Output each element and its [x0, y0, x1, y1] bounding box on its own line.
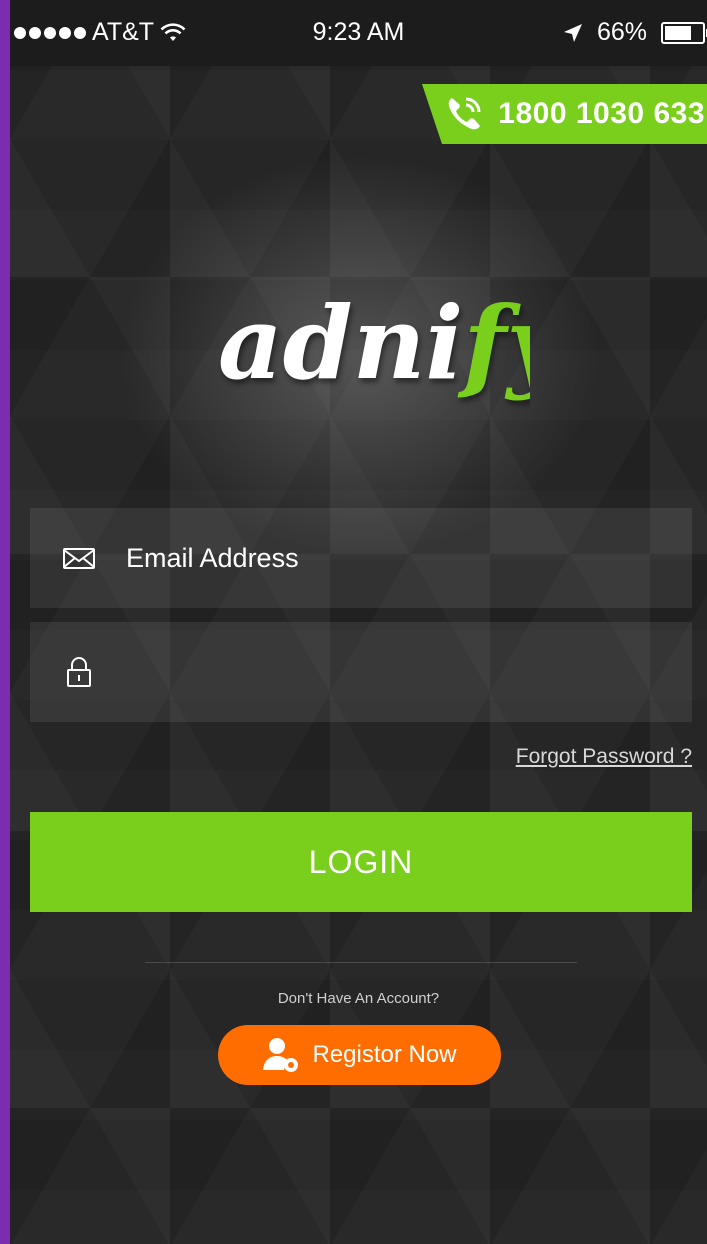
register-button[interactable]: Registor Now [218, 1025, 501, 1085]
register-label: Registor Now [312, 1041, 457, 1068]
logo-part1: adni [218, 284, 463, 402]
battery-icon [661, 21, 707, 44]
status-bar: AT&T 9:23 AM 66% [10, 0, 707, 66]
password-input[interactable] [124, 655, 648, 689]
phone-screen: AT&T 9:23 AM 66% 1800 1030 633 adnif Ema… [10, 0, 707, 1244]
no-account-prompt: Don't Have An Account? [277, 990, 440, 1007]
lock-icon [67, 657, 91, 687]
email-input[interactable] [124, 541, 648, 575]
mail-icon [63, 548, 95, 569]
user-settings-icon [263, 1038, 299, 1072]
divider [145, 962, 577, 963]
battery-percent: 66% [596, 18, 647, 46]
phone-icon [449, 97, 481, 130]
phone-number: 1800 1030 633 [498, 97, 705, 130]
forgot-password-link[interactable]: Forgot Password ? [516, 745, 692, 769]
status-right: 66% [563, 18, 707, 47]
call-banner[interactable]: 1800 1030 633 [422, 84, 707, 144]
logo-part2: fy [457, 284, 530, 402]
svg-text:adnify: adnify [218, 284, 530, 402]
location-arrow-icon [563, 23, 582, 42]
adnify-logo: adnify [218, 284, 530, 402]
battery-fill [665, 25, 692, 40]
login-button[interactable]: LOGIN [30, 812, 692, 912]
email-field[interactable] [30, 508, 692, 608]
password-field[interactable] [30, 622, 692, 722]
